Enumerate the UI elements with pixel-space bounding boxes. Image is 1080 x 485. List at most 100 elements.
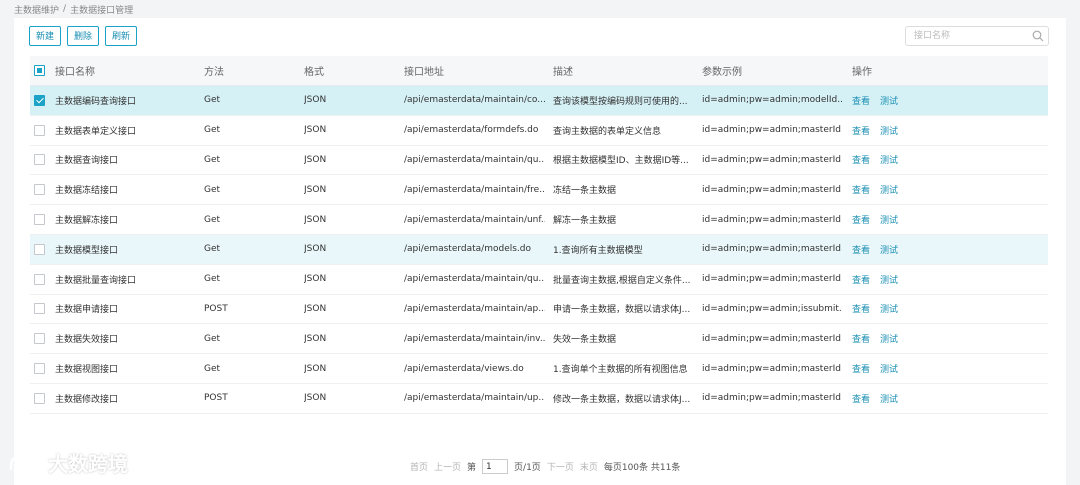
table-row[interactable]: 主数据失效接口 Get JSON/api/emasterdata/maintain/… [30, 324, 1048, 355]
cell-format: JSON [304, 363, 327, 374]
row-checkbox[interactable] [34, 214, 45, 226]
cell-format: JSON [304, 303, 327, 314]
header-ops: 操作 [852, 67, 872, 78]
test-link[interactable]: 测试 [880, 124, 898, 137]
row-checkbox[interactable] [34, 333, 45, 345]
view-link[interactable]: 查看 [852, 392, 870, 405]
view-link[interactable]: 查看 [852, 273, 870, 286]
next-page-link[interactable]: 下一页 [547, 460, 574, 473]
test-link[interactable]: 测试 [880, 213, 898, 226]
cell-ops: 查看 测试 [852, 175, 972, 204]
cell-format: JSON [304, 95, 327, 106]
table-row[interactable]: 主数据申请接口 POST JSON/api/emasterdata/maintain… [30, 295, 1048, 325]
table-row[interactable]: 主数据模型接口 Get JSON/api/emasterdata/models.do… [30, 234, 1048, 265]
test-link[interactable]: 测试 [880, 332, 898, 345]
row-checkbox[interactable] [34, 303, 45, 315]
table-row[interactable]: 主数据编码查询接口 Get JSON/api/emasterdata/maintai… [30, 86, 1048, 116]
test-link[interactable]: 测试 [880, 183, 898, 196]
cell-name: 主数据模型接口 [55, 245, 119, 256]
main-panel: 新建 删除 刷新 接口名称 方法 格式 接口地址 描述 参数示例 操作 主数据编… [14, 18, 1066, 485]
last-page-link[interactable]: 末页 [580, 460, 598, 473]
breadcrumb-separator: / [63, 4, 67, 14]
view-link[interactable]: 查看 [852, 183, 870, 196]
header-url: 接口地址 [404, 67, 444, 78]
watermark: 大数跨境 [8, 448, 128, 477]
test-link[interactable]: 测试 [880, 302, 898, 315]
prev-page-link[interactable]: 上一页 [434, 460, 461, 473]
cell-name: 主数据编码查询接口 [55, 96, 137, 107]
header-name: 接口名称 [55, 67, 95, 78]
refresh-button[interactable]: 刷新 [105, 26, 138, 46]
cell-format: JSON [304, 214, 327, 225]
cell-method: POST [204, 393, 228, 404]
view-link[interactable]: 查看 [852, 153, 870, 166]
cell-ops: 查看 测试 [852, 324, 972, 353]
table-row[interactable]: 主数据冻结接口 Get JSON/api/emasterdata/maintain/… [30, 175, 1048, 206]
cell-ops: 查看 测试 [852, 295, 972, 324]
row-checkbox[interactable] [34, 154, 45, 166]
row-checkbox[interactable] [34, 243, 45, 255]
cell-name: 主数据表单定义接口 [55, 126, 137, 137]
cell-ops: 查看 测试 [852, 235, 972, 264]
test-link[interactable]: 测试 [880, 243, 898, 256]
search-input[interactable] [914, 27, 1032, 45]
view-link[interactable]: 查看 [852, 332, 870, 345]
toolbar: 新建 删除 刷新 [29, 26, 138, 46]
cell-format: JSON [304, 274, 327, 285]
cell-method: Get [204, 363, 221, 374]
row-checkbox[interactable] [34, 273, 45, 285]
cell-name: 主数据申请接口 [55, 305, 119, 316]
cell-ops: 查看 测试 [852, 384, 972, 413]
new-button[interactable]: 新建 [29, 26, 62, 46]
cell-ops: 查看 测试 [852, 146, 972, 175]
cell-params: id=admin;pw=admin;masterId... [702, 244, 842, 255]
breadcrumb-item-root[interactable]: 主数据维护 [14, 3, 59, 16]
test-link[interactable]: 测试 [880, 94, 898, 107]
row-checkbox[interactable] [34, 124, 45, 136]
cell-params: id=admin;pw=admin;masterId... [702, 393, 842, 404]
view-link[interactable]: 查看 [852, 243, 870, 256]
table-row[interactable]: 主数据视图接口 Get JSON/api/emasterdata/views.do 1… [30, 354, 1048, 384]
header-params: 参数示例 [702, 67, 742, 78]
table-row[interactable]: 主数据解冻接口 Get JSON/api/emasterdata/maintain/… [30, 205, 1048, 235]
page-suffix: 页/1页 [514, 463, 541, 473]
cell-name: 主数据解冻接口 [55, 216, 119, 227]
view-link[interactable]: 查看 [852, 94, 870, 107]
row-checkbox[interactable] [34, 363, 45, 375]
cell-name: 主数据修改接口 [55, 394, 119, 405]
view-link[interactable]: 查看 [852, 362, 870, 375]
row-checkbox[interactable] [34, 392, 45, 404]
table-row[interactable]: 主数据表单定义接口 Get JSON/api/emasterdata/formdef… [30, 116, 1048, 146]
view-link[interactable]: 查看 [852, 302, 870, 315]
first-page-link[interactable]: 首页 [410, 460, 428, 473]
breadcrumb: 主数据维护 / 主数据接口管理 [14, 2, 133, 16]
cell-ops: 查看 测试 [852, 86, 972, 115]
delete-button[interactable]: 删除 [67, 26, 100, 46]
test-link[interactable]: 测试 [880, 273, 898, 286]
page-number-input[interactable] [482, 459, 509, 474]
test-link[interactable]: 测试 [880, 392, 898, 405]
cell-method: Get [204, 184, 221, 195]
header-format: 格式 [304, 67, 324, 78]
cell-url: /api/emasterdata/maintain/unf... [404, 214, 545, 225]
row-checkbox[interactable] [34, 184, 45, 196]
view-link[interactable]: 查看 [852, 124, 870, 137]
view-link[interactable]: 查看 [852, 213, 870, 226]
table-row[interactable]: 主数据查询接口 Get JSON/api/emasterdata/maintain/… [30, 146, 1048, 176]
pagination: 首页 上一页 第 页/1页 下一页 末页 每页100条 共11条 [410, 459, 680, 474]
select-all-checkbox[interactable] [34, 65, 45, 76]
search-icon[interactable] [1032, 30, 1044, 42]
cell-url: /api/emasterdata/maintain/co... [404, 95, 545, 106]
row-checkbox[interactable] [34, 94, 45, 106]
cell-method: Get [204, 214, 221, 225]
cell-format: JSON [304, 154, 327, 165]
cell-name: 主数据批量查询接口 [55, 275, 137, 286]
test-link[interactable]: 测试 [880, 362, 898, 375]
cell-desc: 失效一条主数据 [553, 335, 617, 346]
cell-ops: 查看 测试 [852, 265, 972, 294]
table-row[interactable]: 主数据修改接口 POST JSON/api/emasterdata/maintain… [30, 384, 1048, 414]
watermark-text: 大数跨境 [48, 452, 128, 476]
test-link[interactable]: 测试 [880, 153, 898, 166]
cell-method: Get [204, 244, 221, 255]
table-row[interactable]: 主数据批量查询接口 Get JSON/api/emasterdata/maintai… [30, 265, 1048, 295]
